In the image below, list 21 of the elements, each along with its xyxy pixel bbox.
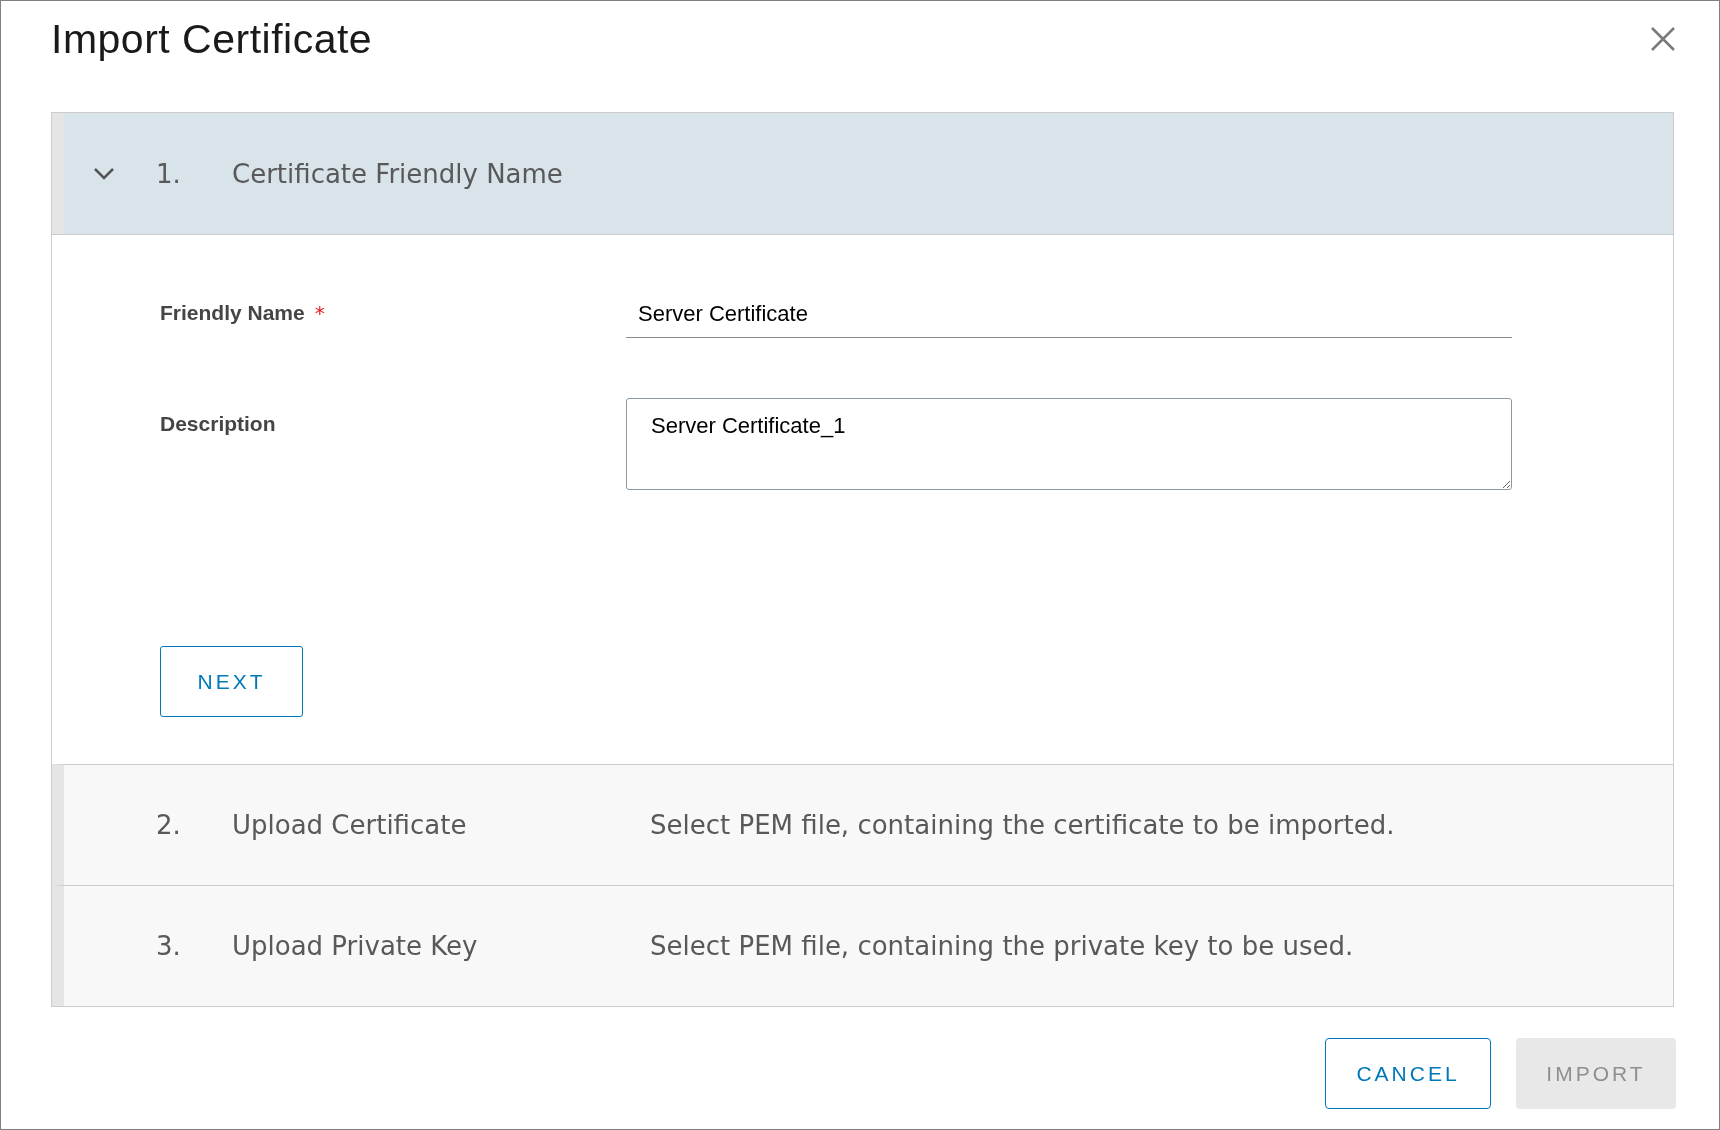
required-mark: * [314,301,325,325]
description-field[interactable]: Server Certificate_1 [626,398,1512,490]
step-number: 1. [156,158,182,189]
step-description: Select PEM file, containing the private key to be used. [650,931,1354,961]
friendly-name-field[interactable]: Server Certificate [626,287,1512,338]
step-number: 2. [156,810,182,840]
step-header[interactable]: 3. Upload Private Key Select PEM file, containing the private key to be used. [52,885,1673,1006]
dialog-title: Import Certificate [51,15,373,63]
step-header[interactable]: 1. Certificate Friendly Name [52,113,1673,234]
step-header[interactable]: 2. Upload Certificate Select PEM file, containing the certificate to be imported. [52,764,1673,885]
footer-button[interactable]: CANCEL [1325,1038,1491,1109]
field-label: Friendly Name [160,301,305,325]
step-title: Upload Private Key [232,931,479,961]
chevron-down-icon [93,167,115,180]
next-button[interactable]: NEXT [160,646,303,717]
close-button[interactable] [1649,25,1677,53]
step-description: Select PEM file, containing the certificate to be imported. [650,810,1395,840]
field-label: Description [160,412,276,436]
step-number: 3. [156,931,182,961]
step-title: Certificate Friendly Name [232,158,564,189]
step-title: Upload Certificate [232,810,468,840]
